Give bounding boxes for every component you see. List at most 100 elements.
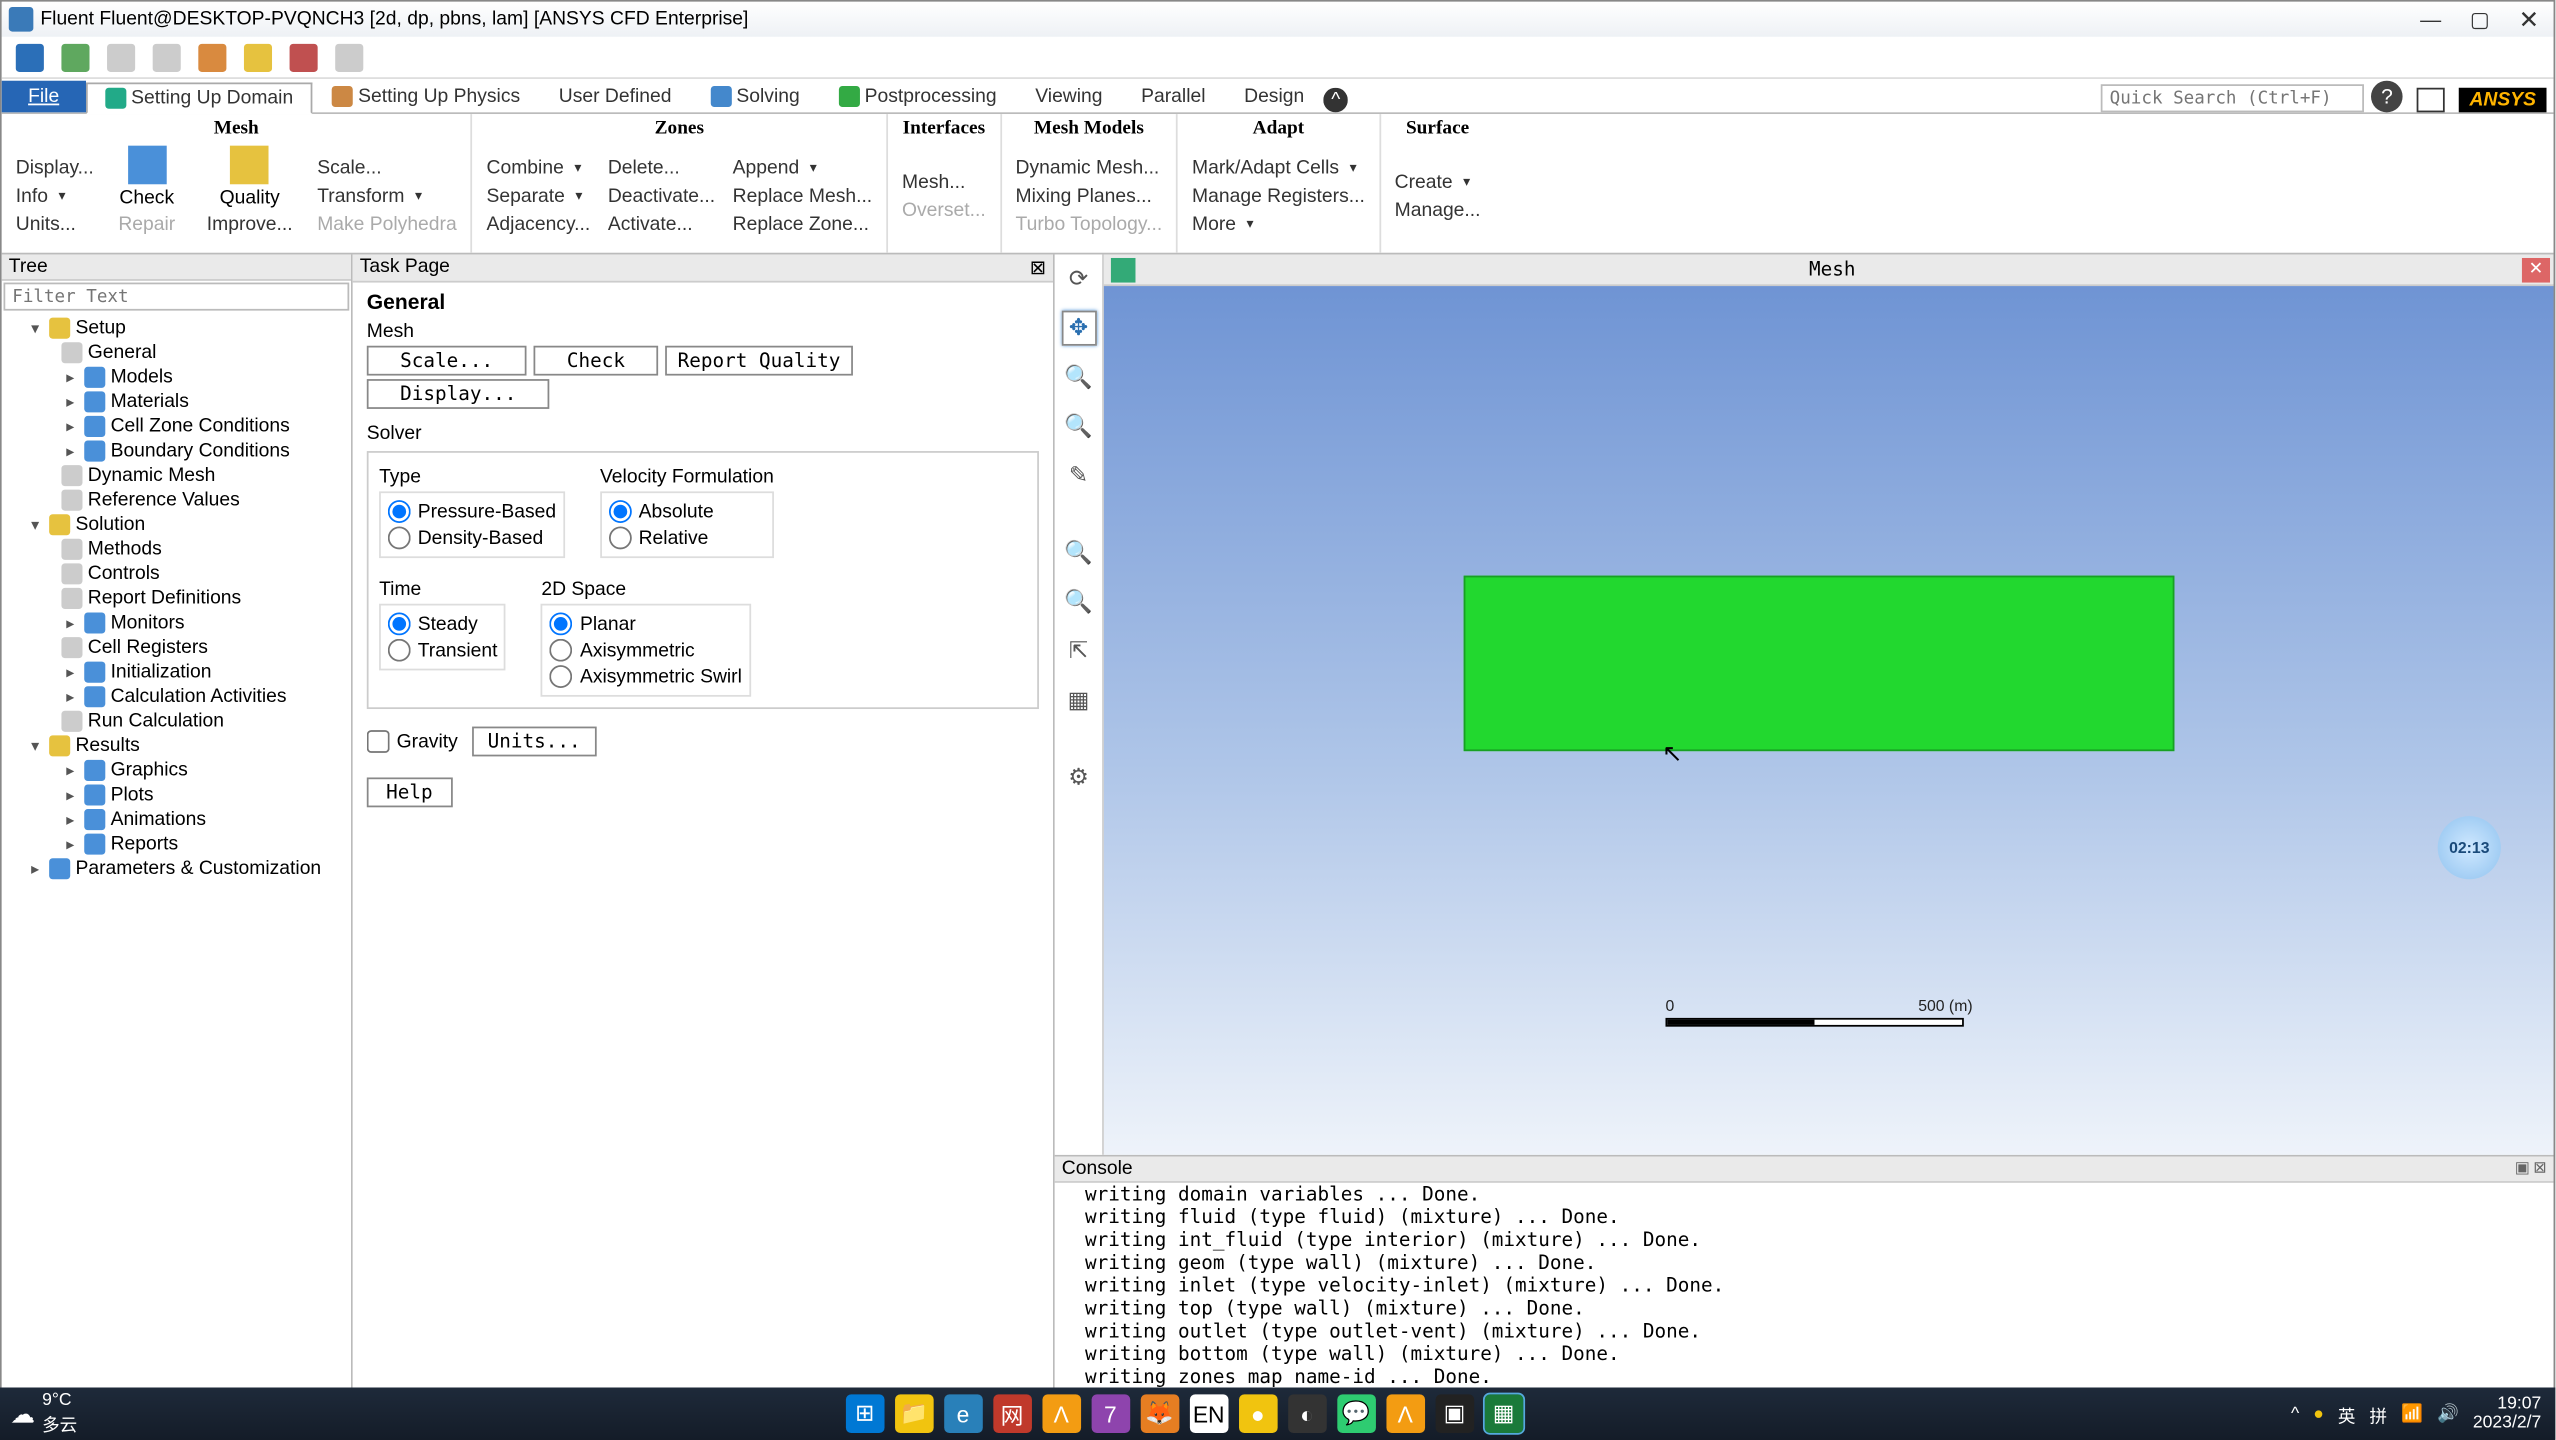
zoom-fit-icon[interactable]: 🔍 bbox=[1061, 535, 1096, 570]
gravity-checkbox[interactable]: Gravity bbox=[367, 730, 458, 753]
tree-node-calc-activities[interactable]: ▸Calculation Activities bbox=[5, 684, 347, 709]
radio-absolute[interactable]: Absolute bbox=[609, 500, 765, 523]
radio-density-based[interactable]: Density-Based bbox=[388, 527, 556, 550]
radio-transient[interactable]: Transient bbox=[388, 639, 498, 662]
combine-button[interactable]: Combine bbox=[483, 155, 581, 180]
tab-file[interactable]: File bbox=[2, 81, 86, 113]
clock[interactable]: 19:07 2023/2/7 bbox=[2473, 1394, 2541, 1433]
tree-node-methods[interactable]: Methods bbox=[5, 537, 347, 562]
tab-setting-up-domain[interactable]: Setting Up Domain bbox=[86, 82, 313, 114]
pan-icon[interactable]: ✥ bbox=[1061, 311, 1096, 346]
help-icon[interactable]: ? bbox=[2371, 81, 2403, 113]
tab-viewing[interactable]: Viewing bbox=[1016, 81, 1122, 113]
tree-node-solution[interactable]: ▾Solution bbox=[5, 512, 347, 537]
probe-icon[interactable]: ✎ bbox=[1061, 458, 1096, 493]
separate-button[interactable]: Separate bbox=[483, 183, 582, 208]
app-icon[interactable]: Λ bbox=[1386, 1394, 1425, 1433]
zoom-box-icon[interactable]: 🔍 bbox=[1061, 584, 1096, 619]
volume-icon[interactable]: 🔊 bbox=[2437, 1404, 2459, 1423]
console-pop-icon[interactable]: ▣ bbox=[2515, 1158, 2530, 1179]
task-report-quality-button[interactable]: Report Quality bbox=[665, 346, 852, 376]
tree-node-dynamic-mesh[interactable]: Dynamic Mesh bbox=[5, 463, 347, 488]
tree-node-models[interactable]: ▸Models bbox=[5, 365, 347, 390]
tree-node-animations[interactable]: ▸Animations bbox=[5, 807, 347, 832]
wechat-icon[interactable]: 💬 bbox=[1337, 1394, 1376, 1433]
qa-icon[interactable] bbox=[16, 43, 44, 71]
tree-filter-input[interactable] bbox=[4, 283, 350, 311]
tree-node-setup[interactable]: ▾Setup bbox=[5, 316, 347, 341]
console-close-icon[interactable]: ⊠ bbox=[2533, 1158, 2546, 1179]
tree-node-initialization[interactable]: ▸Initialization bbox=[5, 660, 347, 685]
viewport[interactable]: ↖ 0500 (m) 02:13 bbox=[1104, 286, 2554, 1155]
ime-full[interactable]: 拼 bbox=[2370, 1401, 2388, 1427]
adjacency-button[interactable]: Adjacency... bbox=[483, 211, 594, 236]
qa-icon[interactable] bbox=[61, 43, 89, 71]
qa-icon[interactable] bbox=[244, 43, 272, 71]
terminal-icon[interactable]: ▣ bbox=[1435, 1394, 1474, 1433]
radio-axisymmetric-swirl[interactable]: Axisymmetric Swirl bbox=[550, 665, 742, 688]
tab-user-defined[interactable]: User Defined bbox=[539, 81, 690, 113]
info-button[interactable]: Info bbox=[12, 183, 65, 208]
tab-collapse[interactable]: ^ bbox=[1324, 88, 1349, 113]
zoom-in-icon[interactable]: 🔍 bbox=[1061, 360, 1096, 395]
tree-node-run-calculation[interactable]: Run Calculation bbox=[5, 709, 347, 734]
tree-node-cell-zone[interactable]: ▸Cell Zone Conditions bbox=[5, 414, 347, 439]
manage-registers-button[interactable]: Manage Registers... bbox=[1189, 183, 1369, 208]
ime-mode[interactable]: 英 bbox=[2338, 1401, 2356, 1427]
radio-relative[interactable]: Relative bbox=[609, 527, 765, 550]
edge-icon[interactable]: e bbox=[944, 1394, 983, 1433]
qa-icon[interactable] bbox=[290, 43, 318, 71]
quality-button[interactable]: Quality Improve... bbox=[196, 142, 303, 240]
tree-node-materials[interactable]: ▸Materials bbox=[5, 390, 347, 415]
sync-icon[interactable]: ⟳ bbox=[1061, 261, 1096, 296]
zoom-out-icon[interactable]: 🔍 bbox=[1061, 409, 1096, 444]
replace-zone-button[interactable]: Replace Zone... bbox=[729, 211, 872, 236]
mixing-planes-button[interactable]: Mixing Planes... bbox=[1012, 183, 1155, 208]
task-display-button[interactable]: Display... bbox=[367, 379, 550, 409]
task-close-icon[interactable]: ⊠ bbox=[1030, 256, 1046, 279]
units-button[interactable]: Units... bbox=[12, 211, 79, 236]
weather-widget[interactable]: ☁ 9°C 多云 bbox=[0, 1391, 77, 1437]
mark-adapt-button[interactable]: Mark/Adapt Cells bbox=[1189, 155, 1357, 180]
task-help-button[interactable]: Help bbox=[367, 777, 452, 807]
tree-node-ref-values[interactable]: Reference Values bbox=[5, 488, 347, 513]
tree-node-controls[interactable]: Controls bbox=[5, 562, 347, 587]
scale-button[interactable]: Scale... bbox=[314, 155, 385, 180]
close-button[interactable]: ✕ bbox=[2504, 4, 2553, 36]
radio-steady[interactable]: Steady bbox=[388, 612, 498, 635]
create-button[interactable]: Create bbox=[1391, 169, 1470, 194]
app-icon[interactable]: Λ bbox=[1042, 1394, 1081, 1433]
tree-node-reports[interactable]: ▸Reports bbox=[5, 832, 347, 857]
append-button[interactable]: Append bbox=[729, 155, 817, 180]
viewport-close-icon[interactable]: ✕ bbox=[2522, 257, 2550, 282]
tab-design[interactable]: Design bbox=[1225, 81, 1324, 113]
quick-search-input[interactable] bbox=[2101, 84, 2364, 112]
measure-icon[interactable]: ⇱ bbox=[1061, 634, 1096, 669]
minimize-button[interactable]: — bbox=[2406, 4, 2455, 36]
qa-icon[interactable] bbox=[107, 43, 135, 71]
qa-icon[interactable] bbox=[335, 43, 363, 71]
task-check-button[interactable]: Check bbox=[533, 346, 658, 376]
tree-node-boundary[interactable]: ▸Boundary Conditions bbox=[5, 439, 347, 464]
tab-solving[interactable]: Solving bbox=[691, 81, 819, 113]
tree-node-cell-registers[interactable]: Cell Registers bbox=[5, 635, 347, 660]
tree-node-plots[interactable]: ▸Plots bbox=[5, 783, 347, 808]
fluent-icon[interactable]: ▦ bbox=[1484, 1394, 1523, 1433]
tab-parallel[interactable]: Parallel bbox=[1122, 81, 1225, 113]
display-button[interactable]: Display... bbox=[12, 155, 97, 180]
radio-pressure-based[interactable]: Pressure-Based bbox=[388, 500, 556, 523]
tree-node-monitors[interactable]: ▸Monitors bbox=[5, 611, 347, 636]
radio-planar[interactable]: Planar bbox=[550, 612, 742, 635]
camera-icon[interactable]: ▦ bbox=[1061, 683, 1096, 718]
transform-button[interactable]: Transform bbox=[314, 183, 422, 208]
tree-node-graphics[interactable]: ▸Graphics bbox=[5, 758, 347, 783]
options-icon[interactable]: ⚙ bbox=[1061, 760, 1096, 795]
tab-postprocessing[interactable]: Postprocessing bbox=[819, 81, 1016, 113]
radio-axisymmetric[interactable]: Axisymmetric bbox=[550, 639, 742, 662]
tree-node-results[interactable]: ▾Results bbox=[5, 734, 347, 759]
app-icon[interactable]: 网 bbox=[993, 1394, 1032, 1433]
tree-node-report-definitions[interactable]: Report Definitions bbox=[5, 586, 347, 611]
dynamic-mesh-button[interactable]: Dynamic Mesh... bbox=[1012, 155, 1163, 180]
more-button[interactable]: More bbox=[1189, 211, 1254, 236]
app-icon[interactable]: ● bbox=[1239, 1394, 1278, 1433]
